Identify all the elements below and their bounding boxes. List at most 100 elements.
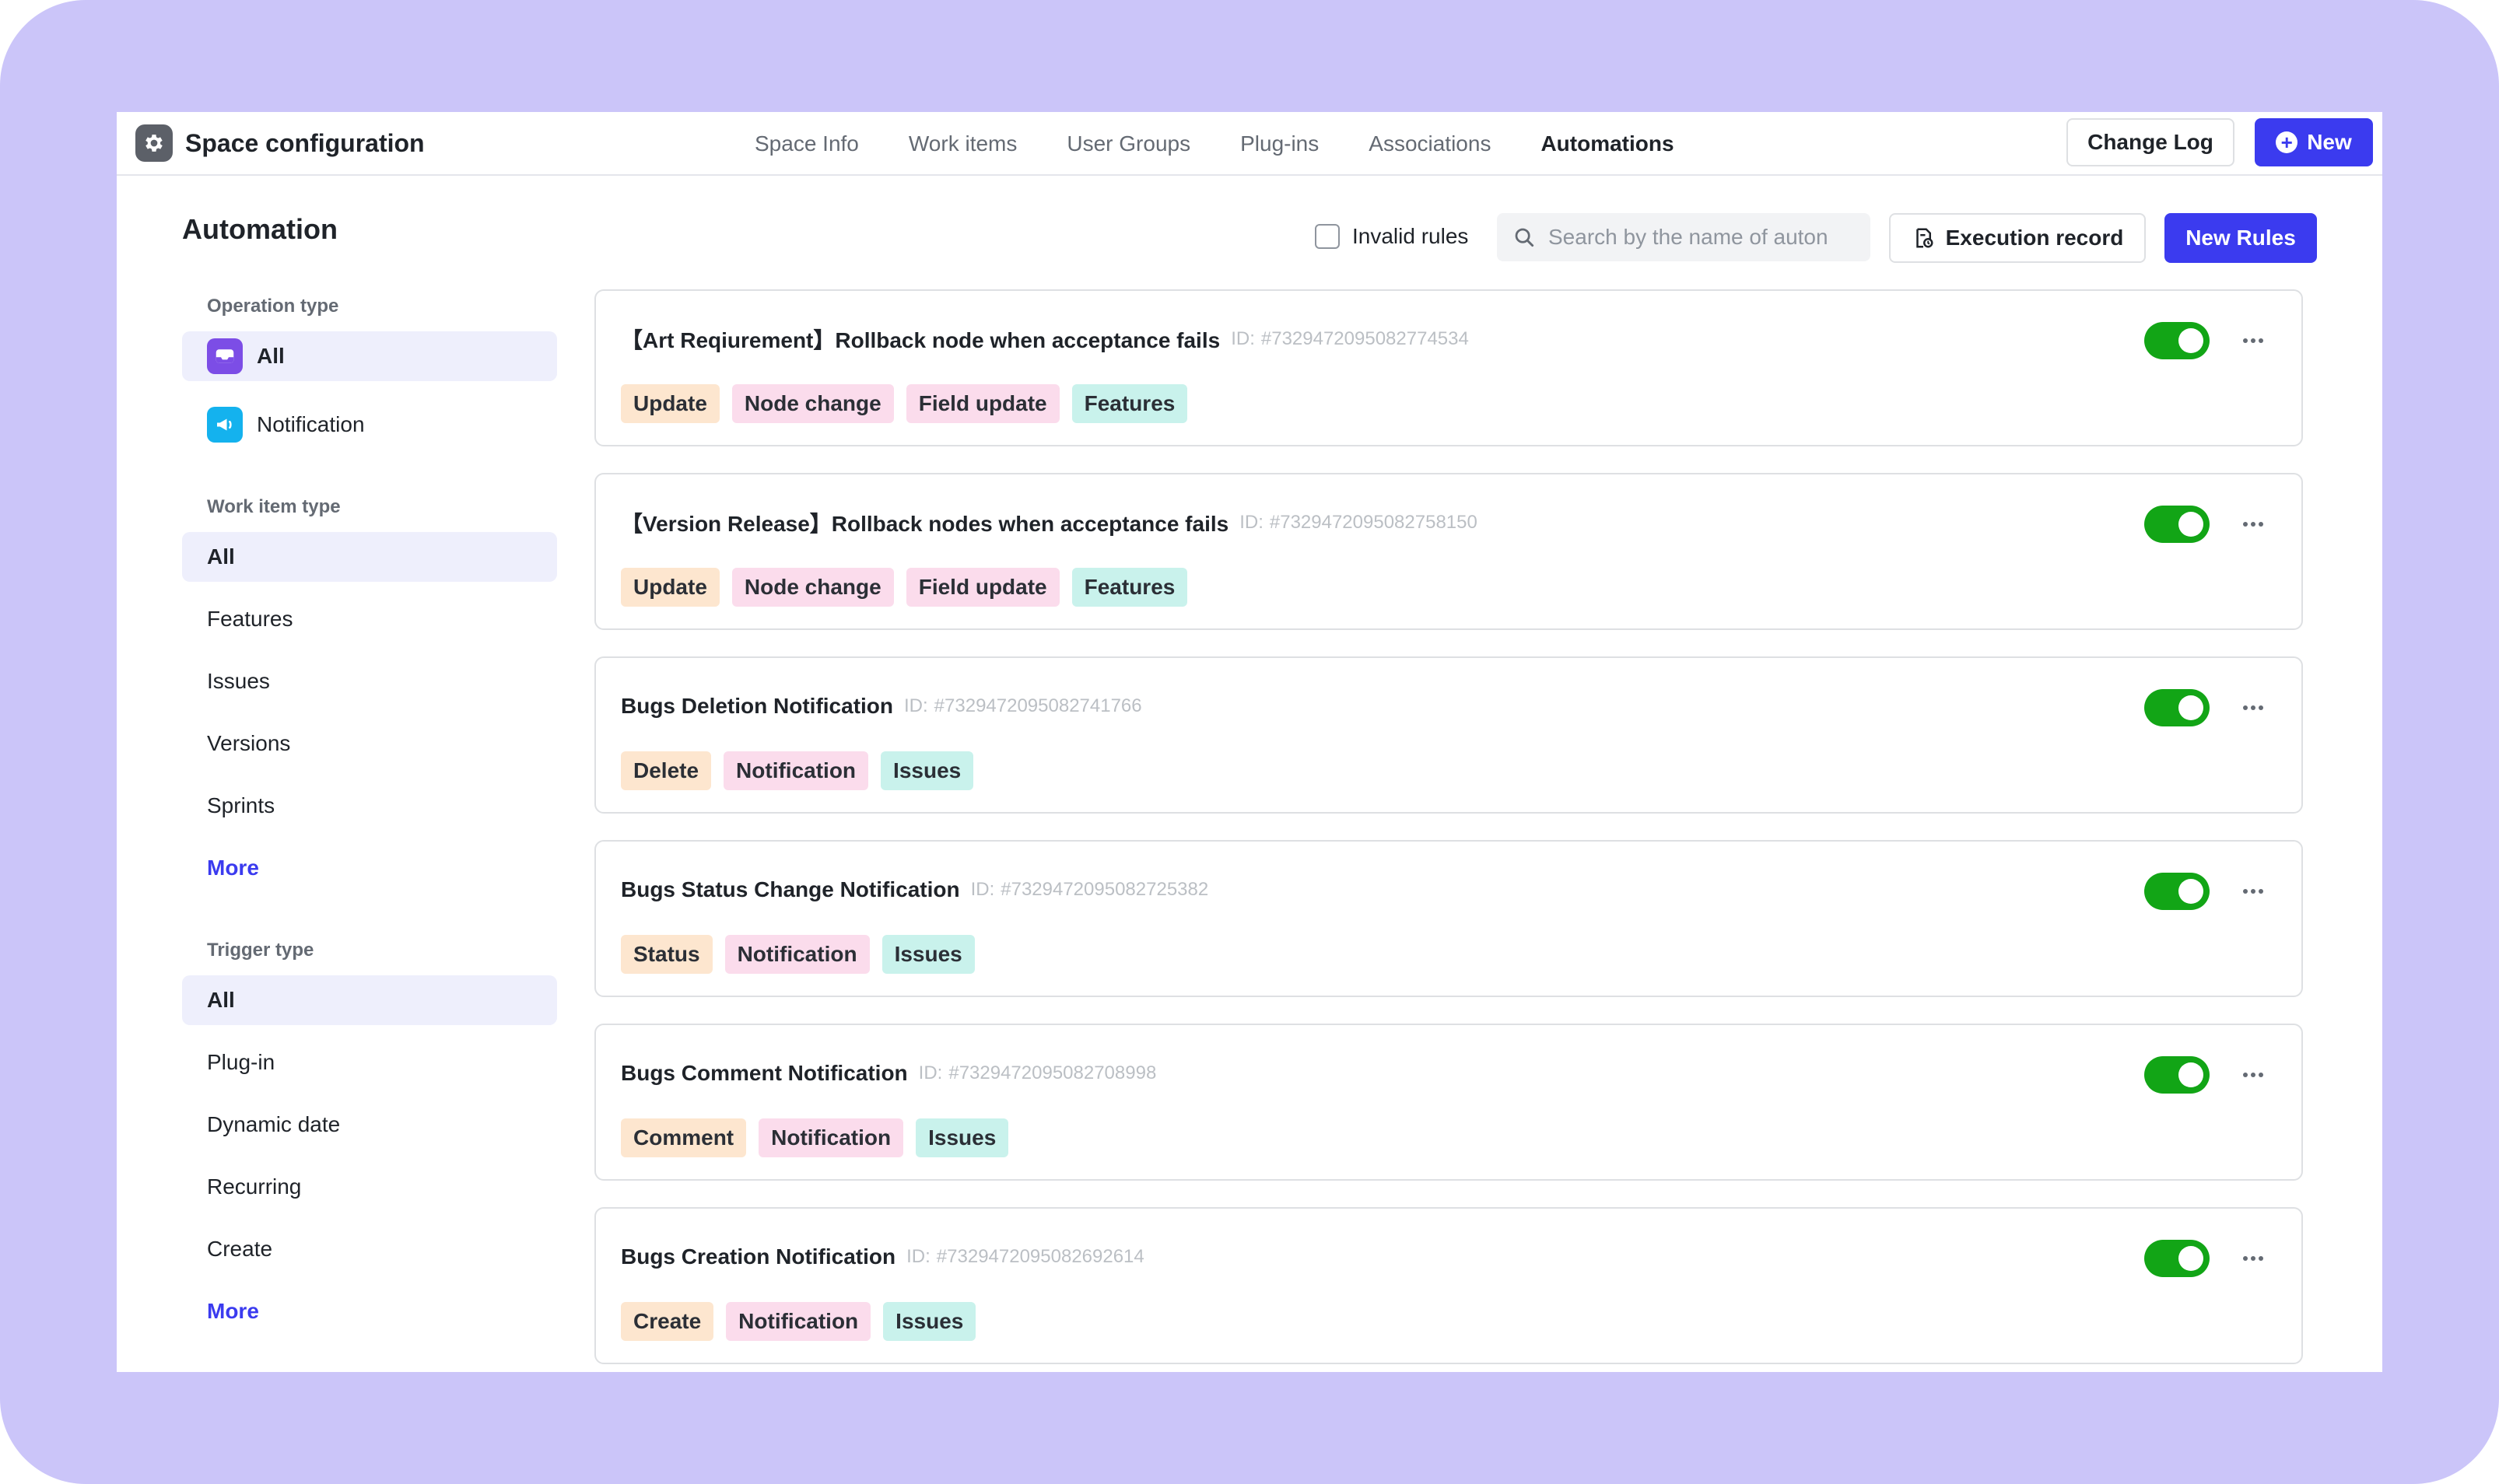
rule-enabled-toggle[interactable] [2144, 1240, 2210, 1277]
rule-card[interactable]: Bugs Status Change Notification ID: #732… [594, 840, 2303, 997]
tag-work-item-type: Issues [881, 935, 975, 974]
invalid-rules-checkbox[interactable] [1315, 224, 1340, 249]
record-document-icon [1912, 226, 1935, 250]
tab-space-info[interactable]: Space Info [755, 127, 859, 161]
megaphone-icon [207, 407, 243, 443]
rule-name: Bugs Status Change Notification [621, 877, 960, 901]
rule-card[interactable]: 【Version Release】Rollback nodes when acc… [594, 473, 2303, 630]
rule-tags: Delete Notification Issues [621, 751, 986, 790]
tag-work-item-type: Features [1071, 384, 1188, 423]
tag-operation: Status [621, 935, 713, 974]
rule-card[interactable]: Bugs Comment Notification ID: #732947209… [594, 1024, 2303, 1181]
trigger-type-create[interactable]: Create [182, 1224, 557, 1274]
rule-name: 【Art Reqiurement】Rollback node when acce… [621, 328, 1221, 352]
top-nav: Space Info Work items User Groups Plug-i… [755, 112, 1724, 176]
rule-enabled-toggle[interactable] [2144, 689, 2210, 726]
rule-header: Bugs Status Change Notification ID: #732… [621, 873, 1208, 907]
more-options-icon[interactable] [2234, 1059, 2272, 1090]
rule-card[interactable]: 【Art Reqiurement】Rollback node when acce… [594, 289, 2303, 446]
more-options-icon[interactable] [2234, 1243, 2272, 1274]
new-button[interactable]: + New [2255, 118, 2373, 166]
tag-trigger: Notification [726, 1302, 871, 1341]
rule-id: #7329472095082741766 [934, 695, 1142, 716]
tab-plug-ins[interactable]: Plug-ins [1240, 127, 1319, 161]
tag-work-item-type: Issues [881, 751, 974, 790]
search-input[interactable] [1548, 214, 1867, 261]
trigger-type-recurring[interactable]: Recurring [182, 1162, 557, 1212]
tag-trigger: Notification [724, 935, 870, 974]
device-frame: Space configuration Space Info Work item… [0, 0, 2499, 1484]
work-item-type-title: Work item type [207, 496, 341, 517]
tab-work-items[interactable]: Work items [909, 127, 1018, 161]
rule-id: #7329472095082774534 [1260, 328, 1469, 349]
work-item-type-features[interactable]: Features [182, 594, 557, 644]
rule-enabled-toggle[interactable] [2144, 322, 2210, 359]
filter-sidebar: Operation type All Notification Work ite… [182, 291, 557, 1349]
work-item-type-all[interactable]: All [182, 532, 557, 582]
rule-tags: Status Notification Issues [621, 935, 987, 974]
rule-enabled-toggle[interactable] [2144, 506, 2210, 543]
toggle-knob [2178, 328, 2203, 353]
search-box [1497, 213, 1870, 261]
rule-header: 【Version Release】Rollback nodes when acc… [621, 506, 1477, 540]
tag-work-item-type: Features [1071, 568, 1188, 607]
rule-card[interactable]: Bugs Deletion Notification ID: #73294720… [594, 656, 2303, 814]
trigger-type-dynamic-date[interactable]: Dynamic date [182, 1100, 557, 1150]
work-item-type-issues[interactable]: Issues [182, 656, 557, 706]
trigger-type-all[interactable]: All [182, 975, 557, 1025]
rule-header: Bugs Deletion Notification ID: #73294720… [621, 689, 1142, 723]
change-log-button[interactable]: Change Log [2066, 118, 2234, 166]
invalid-rules-label: Invalid rules [1352, 224, 1469, 248]
operation-type-title: Operation type [207, 296, 339, 317]
more-options-icon[interactable] [2234, 509, 2272, 540]
rule-id: #7329472095082758150 [1269, 512, 1477, 533]
rule-tags: Update Node change Field update Features [621, 568, 1200, 607]
work-item-type-versions[interactable]: Versions [182, 719, 557, 768]
app-window: Space configuration Space Info Work item… [117, 112, 2382, 1372]
tab-user-groups[interactable]: User Groups [1067, 127, 1190, 161]
rule-enabled-toggle[interactable] [2144, 873, 2210, 910]
execution-record-button[interactable]: Execution record [1889, 213, 2146, 263]
trigger-type-title: Trigger type [207, 940, 314, 961]
tag-operation: Update [621, 384, 720, 423]
more-options-icon[interactable] [2234, 692, 2272, 723]
rules-list: 【Art Reqiurement】Rollback node when acce… [594, 289, 2303, 1372]
trigger-type-plug-in[interactable]: Plug-in [182, 1038, 557, 1087]
toggle-knob [2178, 695, 2203, 720]
toggle-knob [2178, 1246, 2203, 1271]
rule-name: Bugs Deletion Notification [621, 694, 893, 718]
new-button-label: New [2307, 130, 2352, 154]
rule-name: 【Version Release】Rollback nodes when acc… [621, 512, 1229, 536]
new-rules-button[interactable]: New Rules [2164, 213, 2317, 263]
operation-type-all-label: All [257, 344, 285, 368]
tag-trigger: Field update [906, 568, 1060, 607]
toggle-knob [2178, 512, 2203, 537]
rule-name: Bugs Comment Notification [621, 1061, 908, 1085]
tag-trigger: Notification [724, 751, 869, 790]
rule-card[interactable]: Bugs Creation Notification ID: #73294720… [594, 1207, 2303, 1364]
tag-operation: Update [621, 568, 720, 607]
operation-type-notification[interactable]: Notification [182, 400, 557, 450]
rule-id-label: ID: [906, 1246, 931, 1267]
rule-id: #7329472095082692614 [936, 1246, 1144, 1267]
rule-id-label: ID: [918, 1062, 943, 1083]
rule-header: 【Art Reqiurement】Rollback node when acce… [621, 322, 1469, 356]
work-item-type-more-link[interactable]: More [182, 843, 557, 893]
work-item-type-sprints[interactable]: Sprints [182, 781, 557, 831]
more-options-icon[interactable] [2234, 876, 2272, 907]
execution-record-label: Execution record [1945, 226, 2124, 250]
tag-work-item-type: Issues [916, 1118, 1009, 1157]
rule-id-label: ID: [1239, 512, 1264, 533]
tab-associations[interactable]: Associations [1369, 127, 1491, 161]
more-options-icon[interactable] [2234, 325, 2272, 356]
tag-trigger: Node change [731, 384, 894, 423]
rule-tags: Update Node change Field update Features [621, 384, 1200, 423]
operation-type-all[interactable]: All [182, 331, 557, 381]
rule-header: Bugs Creation Notification ID: #73294720… [621, 1240, 1144, 1274]
tab-automations[interactable]: Automations [1540, 127, 1674, 161]
rule-enabled-toggle[interactable] [2144, 1056, 2210, 1094]
toggle-knob [2178, 1062, 2203, 1087]
top-header: Space configuration Space Info Work item… [117, 112, 2382, 176]
trigger-type-more-link[interactable]: More [182, 1286, 557, 1336]
rule-header: Bugs Comment Notification ID: #732947209… [621, 1056, 1156, 1090]
